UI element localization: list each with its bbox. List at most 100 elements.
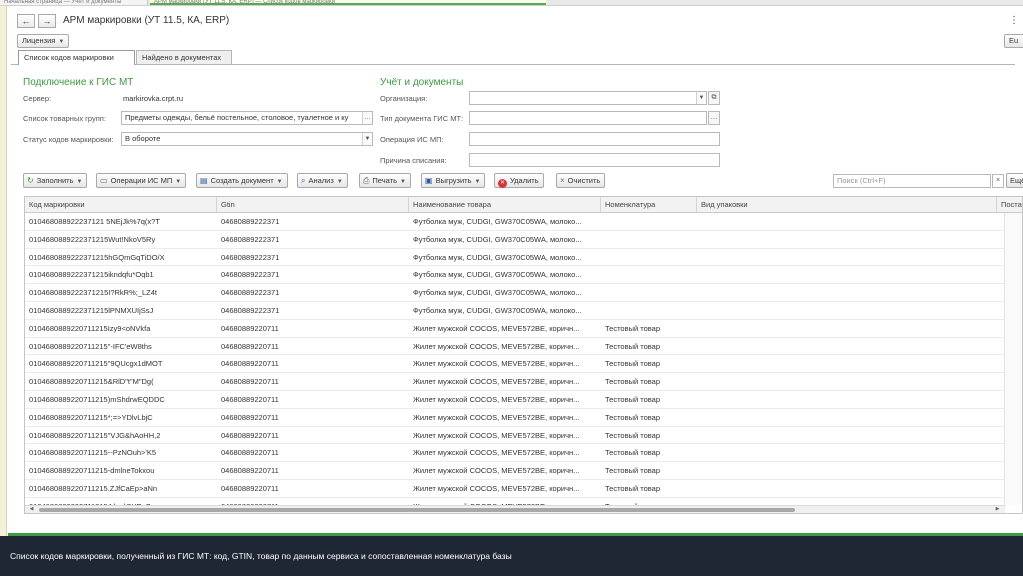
cell-code: 0104680889222371215hGQmGqTiDO/X — [29, 252, 165, 262]
cell-gtin: 04680889220711 — [221, 412, 279, 422]
table-row[interactable]: 0104680889222371215lPNMXUIjSsJ 0468088922… — [25, 302, 1022, 320]
cell-gtin: 04680889220711 — [221, 448, 279, 458]
cell-name: Жилет мужской COCOS, MEVE572BE, коричн..… — [413, 448, 580, 458]
cell-gtin: 04680889222371 — [221, 252, 280, 262]
cell-nomenclature: Тестовый товар — [605, 430, 661, 440]
forward-button[interactable]: → — [38, 14, 56, 28]
clear-icon: × — [560, 176, 565, 185]
refresh-icon: ↻ — [27, 176, 34, 185]
left-panel-edge — [0, 6, 7, 536]
cell-pack — [697, 427, 997, 444]
clear-button[interactable]: × Очистить — [556, 173, 606, 188]
clear-label: Очистить — [567, 176, 601, 185]
column-header-name[interactable]: Наименование товара — [409, 197, 601, 213]
table-row[interactable]: 0104680889220711215)mShdrwEQDDC 046808892… — [25, 391, 1022, 409]
delete-icon: ✕ — [498, 179, 507, 188]
clear-search-icon[interactable]: × — [992, 174, 1004, 188]
app-tab-home[interactable]: Начальная страница — Учёт и документы — [0, 0, 148, 5]
chevron-down-icon[interactable]: ▼ — [696, 92, 706, 104]
table-row[interactable]: 0104680889220711215"-IFC'eW8ths 046808892… — [25, 338, 1022, 356]
scroll-right-icon[interactable]: ▶ — [993, 506, 1002, 513]
chevron-down-icon[interactable]: ▼ — [362, 133, 372, 145]
server-label: Сервер: — [23, 94, 52, 103]
table-row[interactable]: 0104680889222371215ikndqfu*Oqb1 046808892… — [25, 266, 1022, 285]
open-link-icon[interactable]: ⧉ — [708, 91, 720, 105]
table-row[interactable]: 010468088922237121 5NEjJk%7q(x?T 04680889… — [25, 213, 1022, 231]
cell-pack — [697, 320, 997, 337]
table-row[interactable]: 0104680889220711215-dmlneTokxou 046808892… — [25, 462, 1022, 480]
vertical-scrollbar[interactable] — [1004, 213, 1022, 505]
eu-button-label: Eu — [1009, 36, 1019, 45]
table-row[interactable]: 0104680889222371215Wut!NkoV5Ry 0468088922… — [25, 231, 1022, 249]
product-groups-field[interactable]: Предметы одежды, бельё постельное, столо… — [121, 111, 373, 125]
operations-button[interactable]: ▭ Операции ИС МП ▼ — [96, 173, 187, 188]
scrollbar-thumb[interactable] — [39, 508, 795, 512]
table-row[interactable]: 0104680889220711215*;=>YDlvLbjC 046808892… — [25, 409, 1022, 427]
table-row[interactable]: 0104680889220711215&RlD"t"M"Dg(046808892… — [25, 373, 1022, 391]
status-field[interactable]: В обороте ▼ — [121, 132, 373, 146]
organization-field[interactable]: ▼ — [469, 91, 707, 105]
back-button[interactable]: ← — [17, 14, 35, 28]
cell-name: Жилет мужской COCOS, MEVE572BE, коричн..… — [413, 412, 580, 422]
app-tab-arm[interactable]: АРМ маркировки (УТ 11.5, КА, ERP) — Спис… — [150, 0, 546, 5]
table-row[interactable]: 0104680889220711215Izy9<oNVkfa 0468088922… — [25, 320, 1022, 338]
tab-codes-list[interactable]: Список кодов маркировки — [18, 50, 135, 65]
fill-button[interactable]: ↻ Заполнить ▼ — [23, 173, 88, 188]
reason-field[interactable] — [469, 153, 720, 167]
cell-gtin: 04680889220711 — [221, 483, 279, 493]
cell-name: Футболка муж, CUDGI, GW370C05WA, молоко.… — [413, 305, 582, 315]
table-row[interactable]: 0104680889220711215.ZJfCaEp>aNn 046808892… — [25, 480, 1022, 498]
cell-code: 0104680889220711215Izy9<oNVkfa — [29, 323, 151, 333]
select-ellipsis-icon[interactable]: … — [708, 111, 720, 125]
cell-nomenclature: Тестовый товар — [605, 323, 661, 333]
column-header-pack[interactable]: Вид упаковки — [697, 197, 997, 213]
cell-code: 0104680889220711215&RlD"t"M"Dg( — [29, 377, 154, 387]
cell-gtin: 04680889222371 — [221, 288, 280, 298]
delete-button[interactable]: ✕ Удалить — [494, 173, 544, 188]
printer-icon: ⎙ — [363, 176, 370, 185]
horizontal-scrollbar[interactable]: ◀ ▶ — [25, 505, 1005, 513]
cell-nomenclature: Тестовый товар — [605, 377, 661, 387]
cell-gtin: 04680889220711 — [221, 466, 279, 476]
search-input[interactable]: Поиск (Ctrl+F) — [833, 174, 991, 188]
chevron-down-icon: ▼ — [175, 179, 182, 185]
cell-code: 0104680889220711215"-IFC'eW8ths — [29, 341, 152, 351]
table-row[interactable]: 0104680889222371215I?RkR%;_LZ4t 046808892… — [25, 284, 1022, 302]
column-header-gtin[interactable]: Gtin — [217, 197, 409, 213]
cell-nomenclature: Тестовый товар — [605, 359, 661, 369]
cell-name: Футболка муж, CUDGI, GW370C05WA, молоко.… — [413, 270, 582, 280]
cell-pack — [697, 373, 997, 390]
export-button[interactable]: ▣ Выгрузить ▼ — [421, 173, 486, 188]
cell-code: 0104680889220711215)mShdrwEQDDC — [29, 394, 165, 404]
table-row[interactable]: 0104680889222371215hGQmGqTiDO/X 046808892… — [25, 249, 1022, 267]
cell-name: Футболка муж, CUDGI, GW370C05WA, молоко.… — [413, 217, 582, 226]
table-row[interactable]: 0104680889220711215--PzNOuh>'K5 046808892… — [25, 444, 1022, 463]
operation-field[interactable] — [469, 132, 720, 146]
scroll-left-icon[interactable]: ◀ — [27, 506, 36, 513]
eu-button[interactable]: Eu — [1004, 34, 1023, 48]
table-row[interactable]: 0104680889220711215"9QUcgx1dMOT 046808892… — [25, 355, 1022, 374]
table-row[interactable]: 0104680889220711215"VJG&hAoHH,2 046808892… — [25, 427, 1022, 445]
cell-gtin: 04680889222371 — [221, 305, 280, 315]
doctype-field[interactable] — [469, 111, 707, 125]
analysis-button[interactable]: ⌕ Анализ ▼ — [297, 173, 348, 188]
more-button[interactable]: Ещё — [1006, 173, 1023, 188]
create-document-button[interactable]: ▤ Создать документ ▼ — [196, 173, 288, 188]
more-label: Ещё — [1010, 176, 1023, 185]
cell-nomenclature: Тестовый товар — [605, 466, 661, 476]
more-menu-icon[interactable]: ⋮ — [1009, 14, 1019, 28]
column-header-nomenclature[interactable]: Номенклатура — [601, 197, 697, 213]
cell-nomenclature: Тестовый товар — [605, 483, 661, 493]
cell-pack — [697, 213, 997, 230]
license-button[interactable]: Лицензия ▼ — [17, 34, 70, 48]
cell-pack — [697, 284, 997, 301]
tab-found-in-documents[interactable]: Найдено в документах — [136, 50, 232, 64]
column-header-supplier[interactable]: Поста — [997, 197, 1022, 213]
arrow-left-icon: ← — [21, 16, 31, 26]
print-button[interactable]: ⎙ Печать ▼ — [359, 173, 411, 188]
dropdown-icon[interactable]: … — [362, 112, 372, 124]
cell-pack — [697, 231, 997, 248]
cell-nomenclature — [601, 266, 697, 283]
connection-section-title: Подключение к ГИС МТ — [23, 77, 134, 88]
column-header-code[interactable]: Код маркировки — [25, 197, 217, 213]
